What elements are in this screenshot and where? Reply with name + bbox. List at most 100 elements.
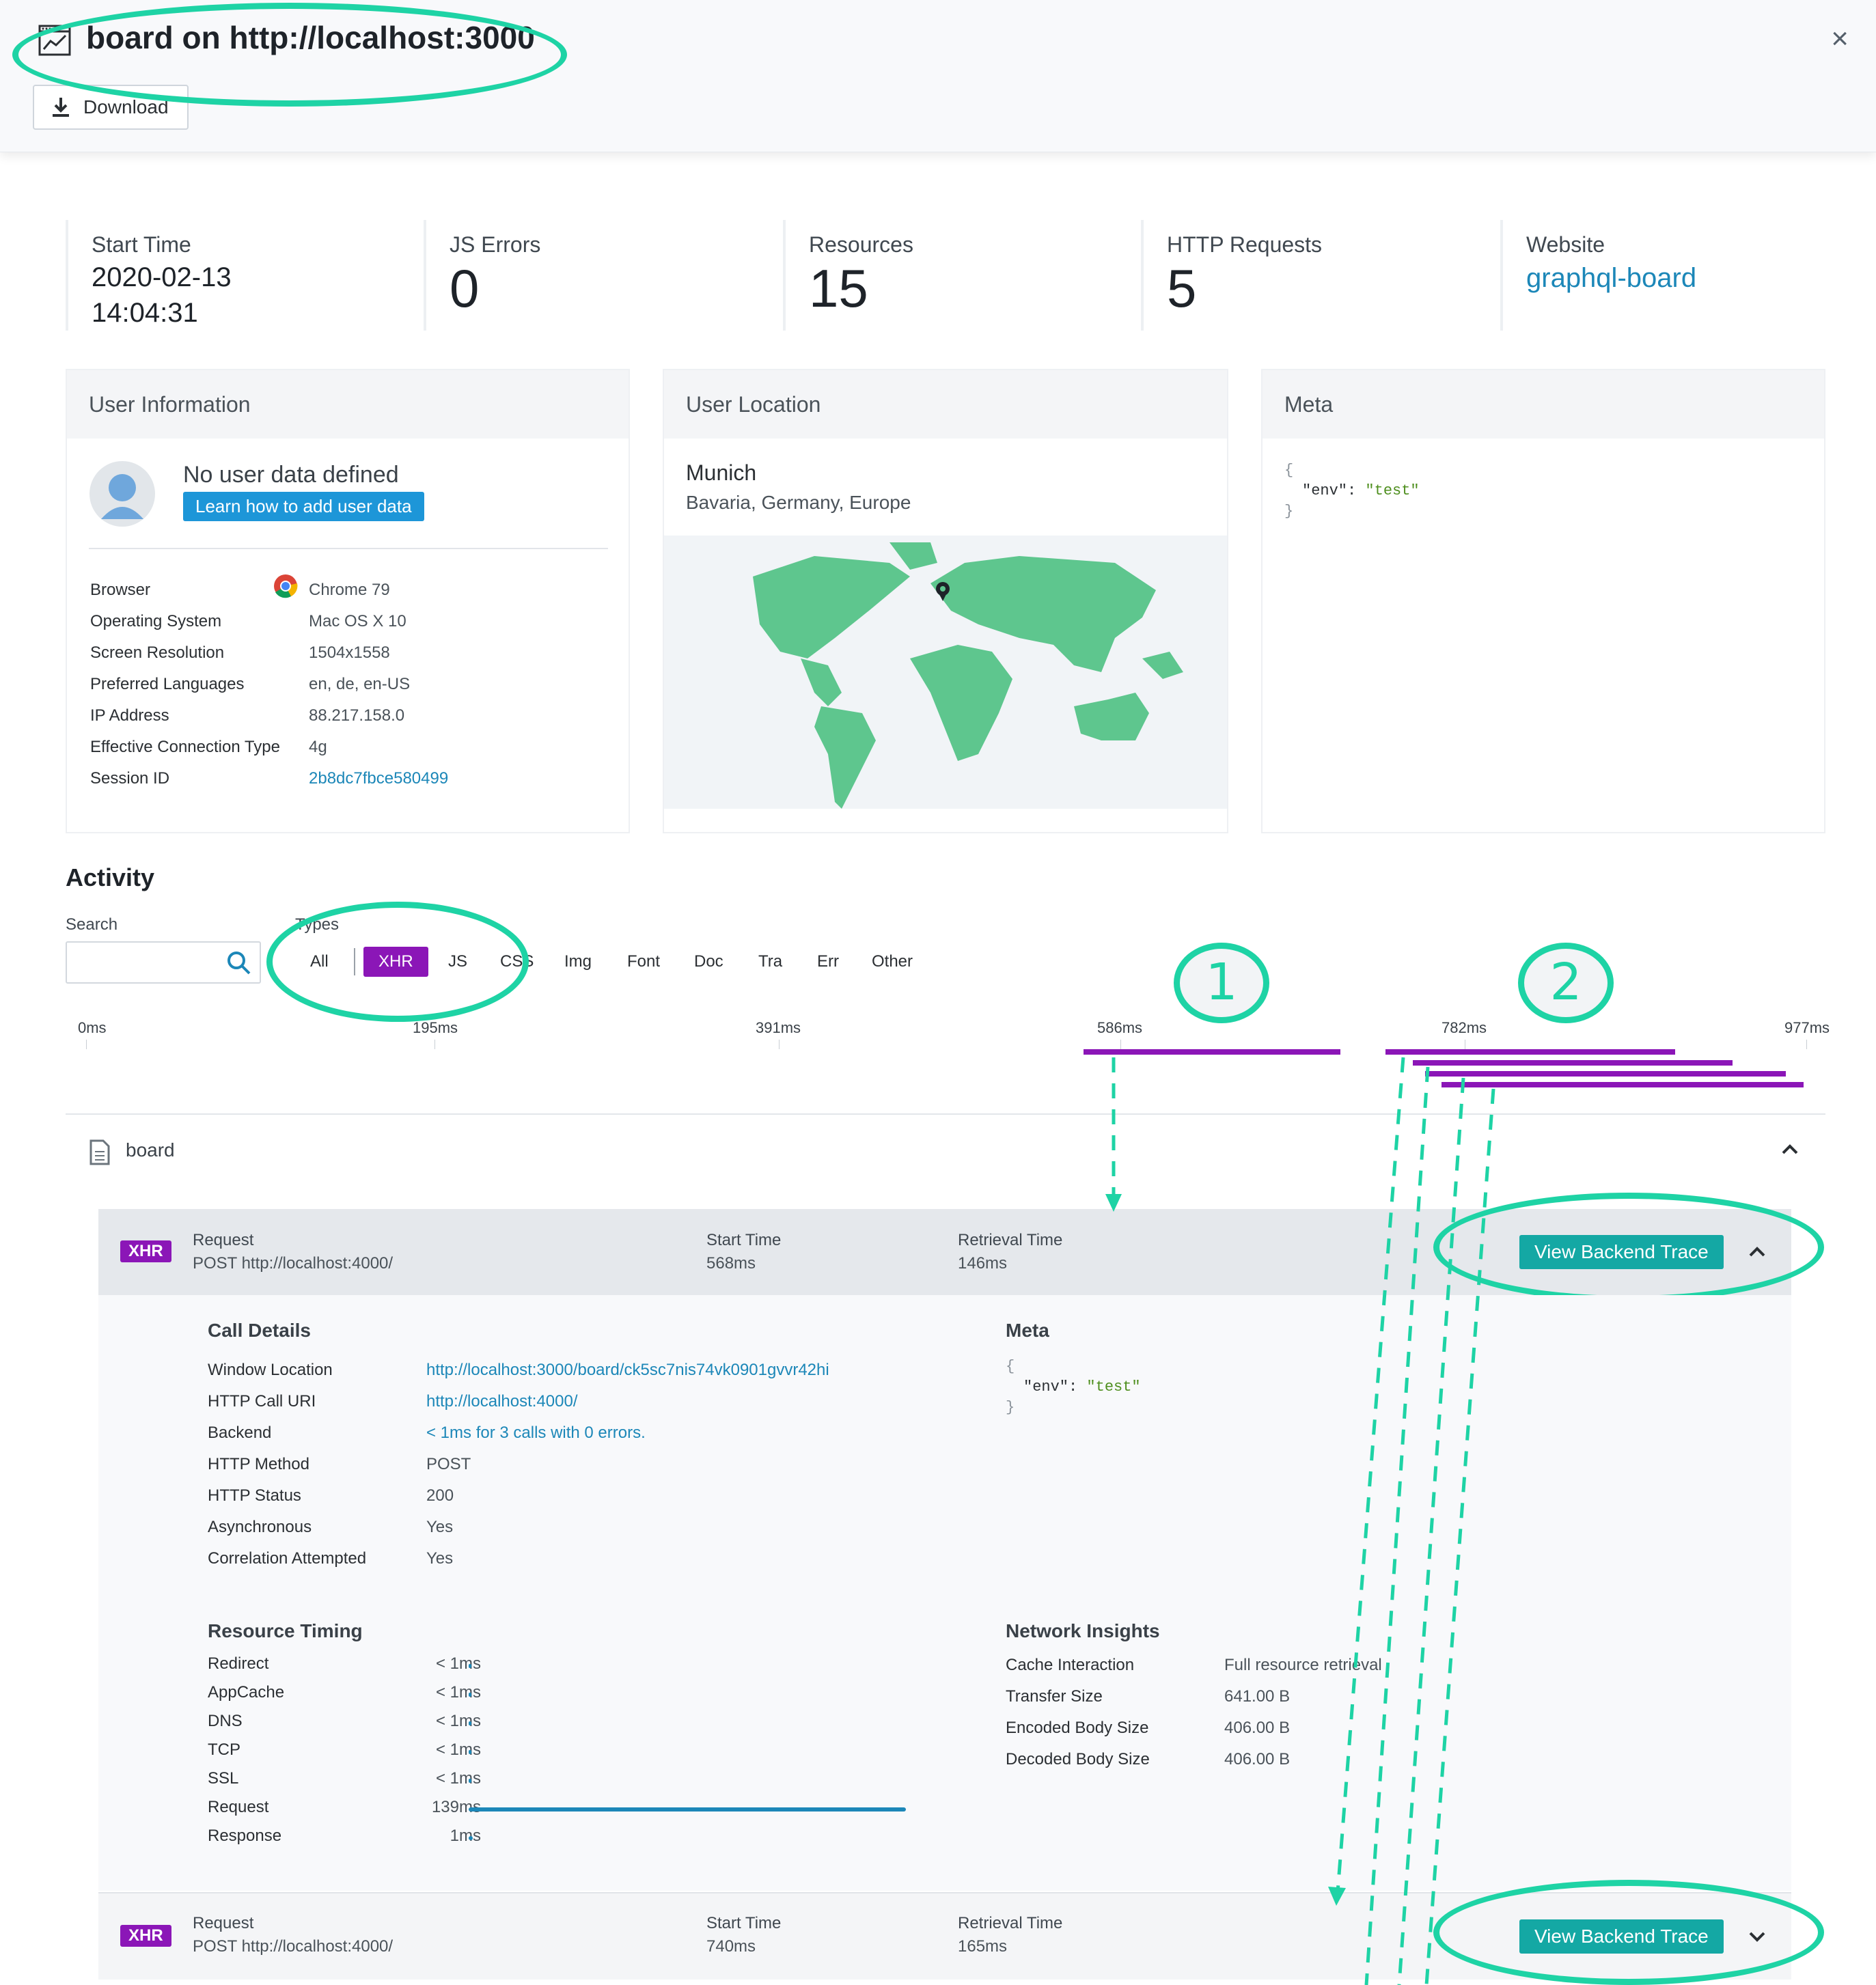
info-value: en, de, en-US [309, 675, 411, 693]
website-link[interactable]: graphql-board [1526, 263, 1842, 294]
timeline-bar[interactable] [1442, 1082, 1804, 1087]
meta-panel: Meta { "env": "test" } [1261, 369, 1825, 833]
request-label: Request [193, 1914, 254, 1932]
user-information-panel: User Information No user data defined Le… [66, 369, 630, 833]
timing-bar [469, 1779, 471, 1783]
meta-json-colon: : [1347, 482, 1366, 499]
search-box [66, 941, 261, 984]
insight-label: Transfer Size [1006, 1687, 1103, 1706]
insight-value: 406.00 B [1224, 1750, 1291, 1768]
timeline-tick [434, 1040, 435, 1049]
info-label: Screen Resolution [90, 643, 225, 662]
meta-json-value: "test" [1365, 482, 1420, 499]
timeline-bar[interactable] [1425, 1071, 1786, 1077]
type-filter-err[interactable]: Err [813, 947, 843, 977]
http-call-uri-link[interactable]: http://localhost:4000/ [426, 1392, 577, 1411]
start-clock: 14:04:31 [92, 298, 198, 328]
http-requests-count: 5 [1167, 258, 1197, 318]
meta-json-close: } [1284, 503, 1294, 520]
chevron-up-icon[interactable] [1780, 1142, 1799, 1161]
detail-label: Backend [208, 1424, 272, 1442]
meta-title: Meta [1006, 1320, 1049, 1341]
retrieval-time-value: 165ms [958, 1937, 1008, 1956]
info-value: 4g [309, 738, 327, 756]
timeline-tick [1806, 1040, 1807, 1049]
annotation-number: 1 [1174, 943, 1269, 1023]
window-location-link[interactable]: http://localhost:3000/board/ck5sc7nis74v… [426, 1361, 829, 1380]
location-city: Munich [686, 460, 757, 485]
timeline-bar[interactable] [1413, 1060, 1733, 1066]
search-label: Search [66, 915, 118, 934]
type-filter-tra[interactable]: Tra [754, 947, 786, 977]
insight-label: Cache Interaction [1006, 1656, 1135, 1674]
insight-value: 406.00 B [1224, 1719, 1291, 1737]
timing-label: AppCache [208, 1683, 285, 1702]
close-icon[interactable]: × [1831, 22, 1849, 56]
learn-add-user-data-button[interactable]: Learn how to add user data [183, 492, 424, 521]
timeline-bar[interactable] [1084, 1049, 1340, 1055]
info-value: 1504x1558 [309, 643, 390, 662]
detail-label: HTTP Call URI [208, 1392, 316, 1411]
insight-label: Encoded Body Size [1006, 1719, 1149, 1737]
annotation-number: 2 [1518, 943, 1614, 1023]
info-label: Browser [90, 581, 151, 599]
activity-title: Activity [66, 863, 155, 891]
annotation-ellipse-trace-1 [1433, 1193, 1824, 1302]
meta-json-key: "env" [1023, 1378, 1069, 1396]
stat-js-errors: JS Errors 0 [424, 220, 779, 331]
world-map [664, 536, 1227, 809]
location-region: Bavaria, Germany, Europe [686, 492, 911, 513]
request-label: Request [193, 1231, 254, 1249]
info-value: Chrome 79 [309, 581, 390, 599]
retrieval-time-value: 146ms [958, 1254, 1008, 1273]
backend-link[interactable]: < 1ms for 3 calls with 0 errors. [426, 1424, 646, 1443]
stat-label: Website [1526, 232, 1605, 257]
panel-title: Meta [1263, 370, 1824, 439]
type-filter-img[interactable]: Img [560, 947, 596, 977]
meta-json-open: { [1006, 1358, 1015, 1375]
stat-label: Resources [809, 232, 913, 257]
start-time-label: Start Time [706, 1914, 782, 1932]
meta-json-open: { [1284, 462, 1294, 479]
start-time-label: Start Time [706, 1231, 782, 1249]
timing-label: SSL [208, 1769, 239, 1788]
stat-label: HTTP Requests [1167, 232, 1323, 257]
info-label: Preferred Languages [90, 675, 245, 693]
download-icon [53, 98, 69, 117]
page-group-name[interactable]: board [126, 1139, 175, 1161]
stat-start-time: Start Time 2020-02-13 14:04:31 [66, 220, 421, 331]
timeline-bar[interactable] [1385, 1049, 1675, 1055]
network-insights-title: Network Insights [1006, 1620, 1160, 1641]
type-filter-other[interactable]: Other [868, 947, 917, 977]
session-id-link[interactable]: 2b8dc7fbce580499 [309, 769, 448, 788]
type-filter-doc[interactable]: Doc [690, 947, 728, 977]
timing-bar [469, 1807, 906, 1812]
timing-bar [469, 1693, 471, 1697]
meta-json-key: "env" [1302, 482, 1348, 499]
meta-json-line: "env": "test" [1023, 1378, 1141, 1396]
search-icon[interactable] [227, 951, 251, 979]
meta-json-close: } [1006, 1399, 1015, 1416]
chrome-icon [273, 574, 298, 602]
panel-title: User Information [67, 370, 629, 439]
search-input[interactable] [72, 948, 219, 977]
start-time-value: 568ms [706, 1254, 756, 1273]
timeline-tick-label: 977ms [1784, 1019, 1830, 1036]
timeline-divider [66, 1113, 1825, 1115]
timing-label: Request [208, 1798, 269, 1816]
info-value: Mac OS X 10 [309, 612, 406, 630]
timing-label: TCP [208, 1740, 240, 1759]
type-filter-font[interactable]: Font [623, 947, 664, 977]
document-icon [89, 1139, 111, 1169]
insight-label: Decoded Body Size [1006, 1750, 1150, 1768]
request-details: Call Details Window Location http://loca… [98, 1295, 1791, 1891]
stat-resources: Resources 15 [783, 220, 1138, 331]
timing-bar [469, 1664, 471, 1668]
timing-label: Response [208, 1827, 282, 1845]
timeline-tick-label: 195ms [413, 1019, 458, 1036]
insight-value: Full resource retrieval [1224, 1656, 1382, 1674]
retrieval-time-label: Retrieval Time [958, 1231, 1063, 1249]
detail-value: Yes [426, 1518, 454, 1536]
timing-bar [469, 1750, 471, 1754]
annotation-ellipse-title [12, 3, 567, 107]
